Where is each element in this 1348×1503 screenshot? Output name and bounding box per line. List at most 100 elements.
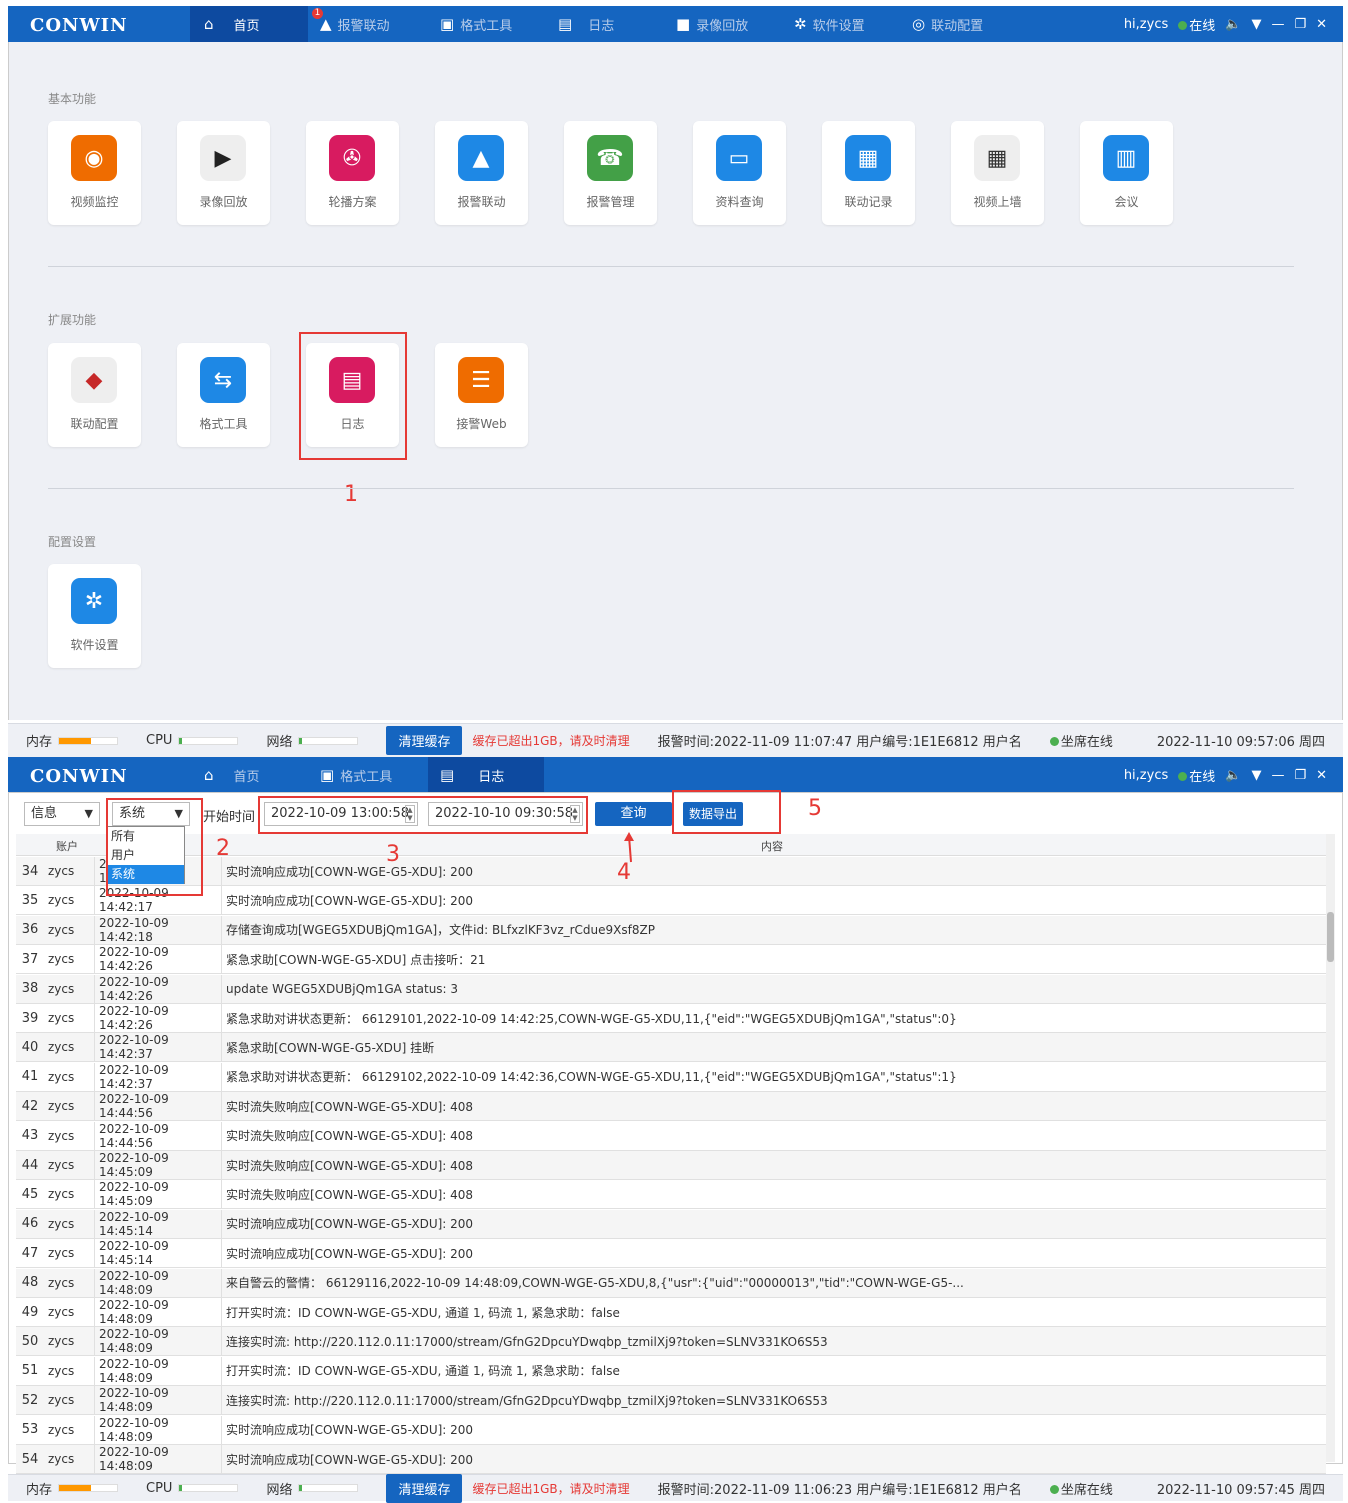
table-row[interactable]: 54 zycs 2022-10-09 14:48:09 实时流响应成功[COWN-WG… [16, 1445, 1326, 1474]
section-basic-title: 基本功能 [48, 92, 97, 106]
row-number: 54 [21, 1451, 39, 1467]
table-row[interactable]: 45 zycs 2022-10-09 14:45:09 实时流失败响应[COWN-WG… [16, 1180, 1326, 1210]
tile-video-monitor[interactable]: ◉ 视频监控 [48, 121, 141, 225]
nav-format-tool[interactable]: ▣ 格式工具 [440, 6, 512, 42]
dropdown-icon[interactable]: ▼ [1251, 768, 1261, 783]
restore-icon[interactable]: ❐ [1294, 768, 1306, 783]
nav-log[interactable]: ▤ 日志 [428, 757, 544, 793]
tile-link-config[interactable]: ◆ 联动配置 [48, 343, 141, 447]
row-user: zycs [48, 952, 75, 967]
row-content: 来自警云的警情： 66129116,2022-10-09 14:48:09,CO… [226, 1276, 964, 1291]
tile-carousel[interactable]: ✇ 轮播方案 [306, 121, 399, 225]
table-row[interactable]: 47 zycs 2022-10-09 14:45:14 实时流响应成功[COWN-WG… [16, 1239, 1326, 1269]
status-bar-2: 内存 CPU 网络 清理缓存 缓存已超出1GB，请及时清理 报警时间:2022-… [8, 1473, 1343, 1503]
table-row[interactable]: 49 zycs 2022-10-09 14:48:09 打开实时流：ID COWN-W… [16, 1298, 1326, 1327]
row-time: 2022-10-09 14:48:09 [94, 1386, 222, 1415]
table-row[interactable]: 52 zycs 2022-10-09 14:48:09 连接实时流: http://2… [16, 1386, 1326, 1416]
row-content: 实时流失败响应[COWN-WGE-G5-XDU]: 408 [226, 1158, 474, 1173]
memory-bar [58, 736, 119, 745]
dropdown-icon[interactable]: ▼ [1251, 17, 1261, 32]
row-user: zycs [48, 893, 75, 908]
row-number: 45 [21, 1186, 39, 1202]
divider [48, 488, 1294, 489]
tile-software-settings[interactable]: ✲ 软件设置 [48, 564, 141, 668]
row-user: zycs [48, 1187, 75, 1202]
tile-alarm-manage[interactable]: ☎ 报警管理 [564, 121, 657, 225]
clear-cache-button[interactable]: 清理缓存 [386, 1473, 463, 1503]
tile-link-records[interactable]: ▦ 联动记录 [822, 121, 915, 225]
tile-alarm-web[interactable]: ☰ 接警Web [435, 343, 528, 447]
clear-cache-button[interactable]: 清理缓存 [386, 726, 463, 755]
close-icon[interactable]: ✕ [1316, 17, 1327, 32]
table-row[interactable]: 34zycs2022-10-09 14:42:17实时流响应成功[COWN-WG… [16, 857, 1326, 886]
restore-icon[interactable]: ❐ [1294, 17, 1306, 32]
table-row[interactable]: 43 zycs 2022-10-09 14:44:56 实时流失败响应[COWN-WG… [16, 1121, 1326, 1151]
log-icon: ▤ [558, 15, 573, 33]
scrollbar-thumb[interactable] [1327, 912, 1334, 962]
home-icon: ⌂ [204, 15, 214, 33]
table-row[interactable]: 35 zycs 2022-10-09 14:42:17 实时流响应成功[COWN-WG… [16, 886, 1326, 916]
clapper-icon: ▶ [200, 135, 246, 181]
nav-alarm-link[interactable]: 1 ▲ 报警联动 [312, 6, 390, 42]
table-header: 账户 内容 [16, 834, 1326, 856]
table-row[interactable]: 46 zycs 2022-10-09 14:45:14 实时流响应成功[COWN-WG… [16, 1209, 1326, 1239]
table-row[interactable]: 51 zycs 2022-10-09 14:48:09 打开实时流：ID COWN-W… [16, 1356, 1326, 1386]
scrollbar[interactable] [1326, 834, 1335, 1462]
presentation-icon: ▥ [1103, 135, 1149, 181]
alarm-icon: ▲ [320, 15, 332, 33]
tile-alarm-link[interactable]: ▲ 报警联动 [435, 121, 528, 225]
divider [48, 266, 1294, 267]
records-icon: ▦ [845, 135, 891, 181]
row-content: 存储查询成功[WGEG5XDUBjQm1GA]，文件id: BLfxzlKF3v… [226, 923, 655, 938]
nav-software-settings[interactable]: ✲ 软件设置 [794, 6, 865, 42]
table-row[interactable]: 40 zycs 2022-10-09 14:42:37 紧急求助[COWN-WGE-G… [16, 1033, 1326, 1063]
row-content: 紧急求助[COWN-WGE-G5-XDU] 点击接听：21 [226, 952, 486, 967]
table-row[interactable]: 42 zycs 2022-10-09 14:44:56 实时流失败响应[COWN-WG… [16, 1092, 1326, 1122]
app-logo: CONWIN [30, 766, 128, 787]
col-user: 账户 [56, 840, 78, 853]
nav-home[interactable]: ⌂ 首页 [190, 6, 308, 42]
table-row[interactable]: 37 zycs 2022-10-09 14:42:26 紧急求助[COWN-WGE-G… [16, 945, 1326, 975]
nav-format-tool[interactable]: ▣ 格式工具 [320, 757, 392, 793]
query-button[interactable]: 查询 [595, 802, 672, 826]
table-row[interactable]: 50 zycs 2022-10-09 14:48:09 连接实时流: http://2… [16, 1327, 1326, 1357]
row-content: 连接实时流: http://220.112.0.11:17000/stream/… [226, 1393, 828, 1408]
speaker-icon[interactable]: 🔈 [1225, 17, 1241, 32]
nav-link-config[interactable]: ◎ 联动配置 [912, 6, 983, 42]
row-user: zycs [48, 1393, 75, 1408]
nav-log[interactable]: ▤ 日志 [558, 6, 614, 42]
tile-video-playback[interactable]: ▶ 录像回放 [177, 121, 270, 225]
status-bar: 内存 CPU 网络 清理缓存 缓存已超出1GB，请及时清理 报警时间:2022-… [8, 723, 1343, 757]
table-row[interactable]: 36 zycs 2022-10-09 14:42:18 存储查询成功[WGEG5XDU… [16, 915, 1326, 945]
tile-meeting[interactable]: ▥ 会议 [1080, 121, 1173, 225]
row-content: 实时流响应成功[COWN-WGE-G5-XDU]: 200 [226, 893, 474, 908]
tile-video-wall[interactable]: ▦ 视频上墙 [951, 121, 1044, 225]
tile-format-tool[interactable]: ⇆ 格式工具 [177, 343, 270, 447]
gear-icon: ✲ [71, 578, 117, 624]
speaker-icon[interactable]: 🔈 [1225, 768, 1241, 783]
minimize-icon[interactable]: — [1271, 768, 1284, 783]
window-controls: hi,zycs 在线 🔈 ▼ — ❐ ✕ [1124, 757, 1327, 793]
close-icon[interactable]: ✕ [1316, 768, 1327, 783]
table-row[interactable]: 44 zycs 2022-10-09 14:45:09 实时流失败响应[COWN-WG… [16, 1151, 1326, 1180]
table-row[interactable]: 41 zycs 2022-10-09 14:42:37 紧急求助对讲状态更新： 661… [16, 1062, 1326, 1092]
table-row[interactable]: 48 zycs 2022-10-09 14:48:09 来自警云的警情： 661291… [16, 1268, 1326, 1298]
type-select[interactable]: 信息 ▼ [24, 802, 100, 826]
log-icon: ▤ [440, 766, 455, 784]
table-row[interactable]: 53 zycs 2022-10-09 14:48:09 实时流响应成功[COWN-WG… [16, 1415, 1326, 1445]
table-row[interactable]: 39 zycs 2022-10-09 14:42:26 紧急求助对讲状态更新： 661… [16, 1004, 1326, 1033]
row-content: 实时流失败响应[COWN-WGE-G5-XDU]: 408 [226, 1099, 474, 1114]
tool-icon: ▣ [320, 766, 335, 784]
film-reel-icon: ✇ [329, 135, 375, 181]
nav-video-playback[interactable]: ■ 录像回放 [676, 6, 748, 42]
row-content: 实时流响应成功[COWN-WGE-G5-XDU]: 200 [226, 864, 474, 879]
table-row[interactable]: 38 zycs 2022-10-09 14:42:26 update WGEG5XDU… [16, 974, 1326, 1004]
minimize-icon[interactable]: — [1271, 17, 1284, 32]
row-user: zycs [48, 1422, 75, 1437]
cpu-bar [178, 736, 239, 745]
row-time: 2022-10-09 14:42:26 [94, 945, 222, 974]
row-user: zycs [48, 1040, 75, 1055]
nav-home[interactable]: ⌂ 首页 [204, 757, 260, 793]
tile-data-query[interactable]: ▭ 资料查询 [693, 121, 786, 225]
row-time: 2022-10-09 14:42:26 [94, 974, 222, 1003]
